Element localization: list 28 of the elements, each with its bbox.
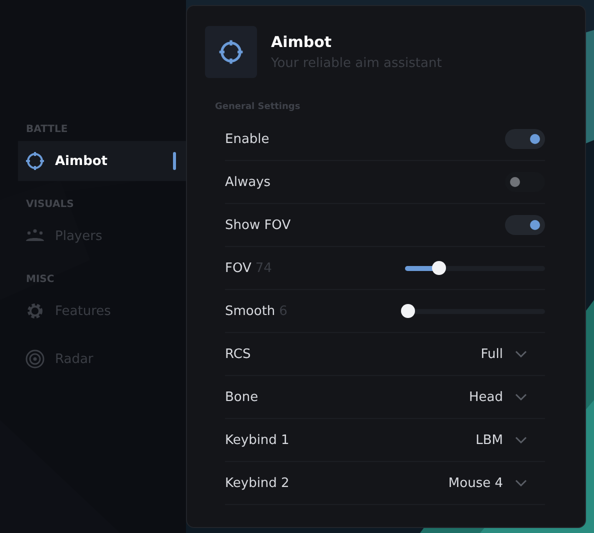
setting-label: RCS	[225, 346, 251, 362]
section-header: BATTLE	[25, 124, 69, 135]
crosshair-icon	[25, 151, 45, 171]
toggle-switch[interactable]	[505, 215, 545, 235]
setting-label: FOV	[225, 260, 252, 276]
chevron-down-icon	[515, 393, 527, 401]
setting-label: Show FOV	[225, 218, 291, 232]
setting-label: Smooth	[225, 304, 276, 318]
gear-icon	[25, 301, 45, 321]
setting-label: Enable	[225, 132, 270, 146]
section-header: VISUALS	[25, 199, 75, 210]
panel-title: Aimbot	[271, 33, 333, 51]
dropdown[interactable]: Head	[469, 390, 527, 404]
section-header: MISC	[25, 274, 56, 285]
setting-label: Always	[225, 174, 271, 190]
setting-label: Keybind 1	[225, 432, 290, 448]
toggle-switch[interactable]	[505, 129, 545, 149]
radar-icon	[25, 349, 45, 369]
sidebar-item[interactable]: Aimbot	[18, 141, 186, 181]
chevron-down-icon	[515, 436, 527, 444]
setting-label: Bone	[225, 390, 258, 404]
chevron-down-icon	[515, 479, 527, 487]
crosshair-icon	[218, 39, 244, 65]
dropdown[interactable]: Mouse 4	[448, 476, 527, 490]
dropdown[interactable]: Full	[480, 346, 527, 362]
dropdown[interactable]: LBM	[476, 432, 527, 448]
setting-label: Keybind 2	[225, 476, 290, 490]
chevron-down-icon	[515, 350, 527, 358]
